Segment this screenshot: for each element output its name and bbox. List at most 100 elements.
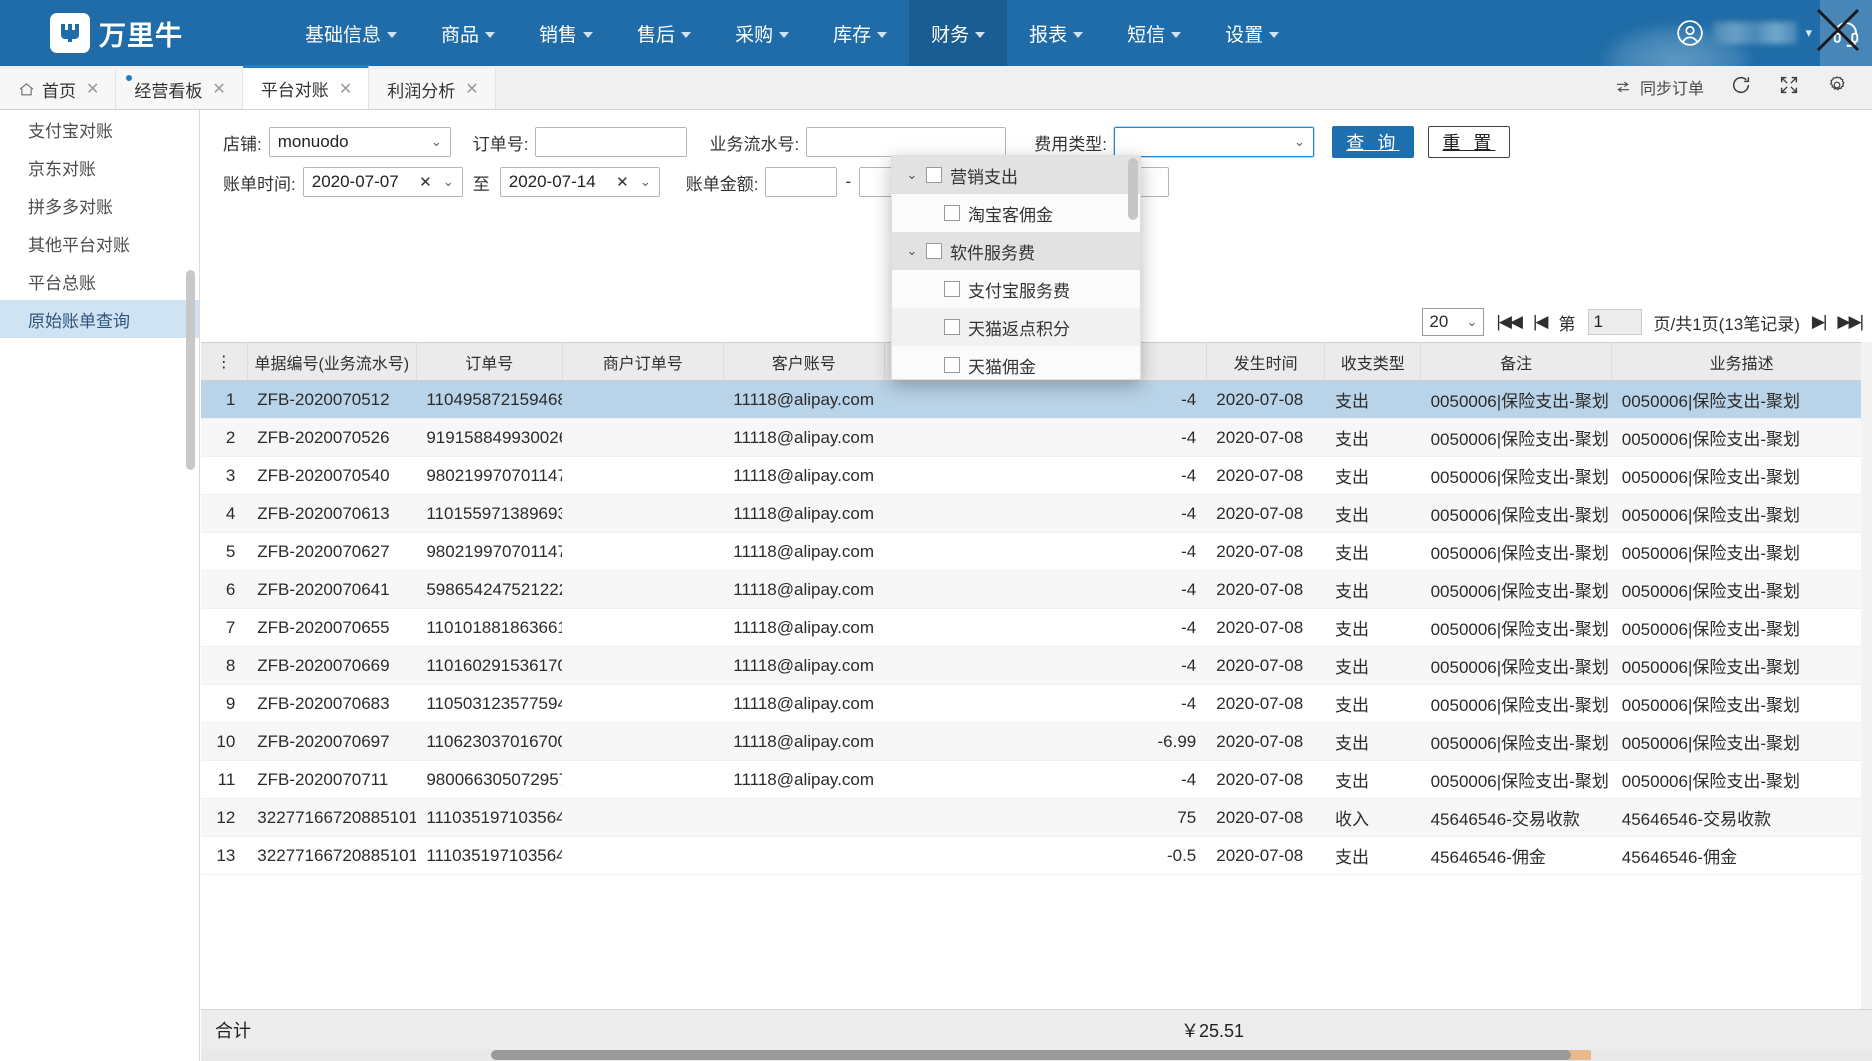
table-row[interactable]: 5 ZFB-2020070627 980219970701147287 1111… bbox=[201, 532, 1872, 571]
tab-dashboard[interactable]: 经营看板 ✕ bbox=[116, 69, 243, 109]
row-time: 2020-07-08 bbox=[1206, 836, 1325, 875]
row-product bbox=[884, 684, 1046, 723]
table-row[interactable]: 9 ZFB-2020070683 110503123577594911 1111… bbox=[201, 684, 1872, 723]
row-remark: 0050006|保险支出-聚划 bbox=[1420, 456, 1612, 495]
table-row[interactable]: 11 ZFB-2020070711 980066305072957759 111… bbox=[201, 760, 1872, 799]
page-size-select[interactable]: 20 ⌄ bbox=[1422, 308, 1485, 336]
table-row[interactable]: 12 322771667208851018 111035197103564399… bbox=[201, 798, 1872, 837]
order-no-input[interactable] bbox=[535, 127, 688, 157]
tab-close-icon[interactable]: ✕ bbox=[212, 79, 225, 99]
dropdown-option-marketing-expense[interactable]: ⌄ 营销支出 bbox=[892, 156, 1140, 194]
menu-item-5[interactable]: 库存 bbox=[811, 0, 909, 66]
table-row[interactable]: 10 ZFB-2020070697 110623037016700160 111… bbox=[201, 722, 1872, 761]
menu-item-8[interactable]: 短信 bbox=[1105, 0, 1203, 66]
biz-serial-input[interactable] bbox=[806, 127, 1007, 157]
table-row[interactable]: 13 322771667208851018 111035197103564399… bbox=[201, 836, 1872, 875]
clear-icon[interactable]: ✕ bbox=[616, 173, 629, 191]
reset-button[interactable]: 重 置 bbox=[1427, 126, 1510, 158]
first-page-button[interactable]: |◀◀ bbox=[1496, 312, 1523, 332]
tab-close-icon[interactable]: ✕ bbox=[339, 79, 352, 99]
menu-item-9[interactable]: 设置 bbox=[1203, 0, 1301, 66]
tab-platform-reconciliation[interactable]: 平台对账 ✕ bbox=[242, 65, 370, 109]
col-description[interactable]: 业务描述 bbox=[1611, 342, 1872, 381]
app-root: 万里牛 基础信息 商品 销售 售后 采购 库存 财务 报表 短信 设置 ▾ 首页… bbox=[0, 0, 1872, 1061]
sidebar-item-jd[interactable]: 京东对账 bbox=[0, 148, 199, 186]
sync-orders-button[interactable]: 同步订单 bbox=[1614, 75, 1704, 99]
prev-page-button[interactable]: |◀ bbox=[1533, 312, 1548, 332]
menu-item-2[interactable]: 销售 bbox=[517, 0, 615, 66]
sidebar-item-other-platform[interactable]: 其他平台对账 bbox=[0, 224, 199, 262]
row-doc-no: ZFB-2020070627 bbox=[247, 532, 417, 571]
next-page-button[interactable]: ▶| bbox=[1812, 312, 1827, 332]
row-index: 3 bbox=[201, 456, 248, 495]
tab-profit-analysis[interactable]: 利润分析 ✕ bbox=[369, 69, 496, 109]
fee-type-select[interactable]: ⌄ bbox=[1113, 127, 1314, 157]
table-row[interactable]: 7 ZFB-2020070655 110101881863661971 1111… bbox=[201, 608, 1872, 647]
checkbox[interactable] bbox=[944, 357, 960, 373]
table-row[interactable]: 4 ZFB-2020070613 110155971389693096 1111… bbox=[201, 494, 1872, 533]
sidebar-item-alipay[interactable]: 支付宝对账 bbox=[0, 110, 199, 148]
dropdown-scrollbar[interactable] bbox=[1128, 158, 1138, 220]
checkbox[interactable] bbox=[926, 243, 942, 259]
col-account[interactable]: 客户账号 bbox=[723, 342, 885, 381]
dropdown-option-tmall-rebate-points[interactable]: 天猫返点积分 bbox=[892, 308, 1140, 346]
refresh-button[interactable] bbox=[1730, 74, 1752, 101]
table-row[interactable]: 6 ZFB-2020070641 598654247521222899 1111… bbox=[201, 570, 1872, 609]
horizontal-scrollbar[interactable] bbox=[201, 1049, 1872, 1061]
menu-item-4[interactable]: 采购 bbox=[713, 0, 811, 66]
sidebar-item-pinduoduo[interactable]: 拼多多对账 bbox=[0, 186, 199, 224]
table-row[interactable]: 1 ZFB-2020070512 110495872159468288 1111… bbox=[201, 380, 1872, 419]
checkbox[interactable] bbox=[944, 319, 960, 335]
page-number-input[interactable] bbox=[1587, 309, 1642, 335]
sidebar-item-original-bill-query[interactable]: 原始账单查询 bbox=[0, 300, 199, 338]
search-button[interactable]: 查 询 bbox=[1331, 126, 1414, 158]
menu-item-1[interactable]: 商品 bbox=[419, 0, 517, 66]
gear-icon bbox=[1829, 75, 1845, 90]
row-time: 2020-07-08 bbox=[1206, 456, 1325, 495]
checkbox[interactable] bbox=[926, 167, 942, 183]
chevron-down-icon[interactable]: ⌄ bbox=[906, 167, 918, 183]
checkbox[interactable] bbox=[944, 205, 960, 221]
bill-time-to[interactable]: 2020-07-14 ✕ ⌄ bbox=[499, 167, 660, 197]
tab-home[interactable]: 首页 ✕ bbox=[0, 69, 117, 109]
dropdown-option-tmall-commission[interactable]: 天猫佣金 bbox=[892, 346, 1140, 379]
col-order-no[interactable]: 订单号 bbox=[416, 342, 563, 381]
menu-item-6-finance[interactable]: 财务 bbox=[909, 0, 1008, 66]
sidebar-scrollbar[interactable] bbox=[186, 270, 195, 470]
fullscreen-button[interactable] bbox=[1778, 74, 1800, 101]
table-vertical-scrollbar[interactable] bbox=[1861, 342, 1872, 1061]
col-remark[interactable]: 备注 bbox=[1420, 342, 1613, 381]
col-merchant-order-no[interactable]: 商户订单号 bbox=[562, 342, 724, 381]
column-menu-header[interactable]: ⋮ bbox=[201, 342, 248, 381]
tab-close-icon[interactable]: ✕ bbox=[86, 79, 99, 99]
menu-item-0[interactable]: 基础信息 bbox=[283, 0, 419, 66]
brand-logo[interactable]: 万里牛 bbox=[50, 13, 183, 53]
row-order-no: 111035197103564399 bbox=[416, 836, 563, 875]
col-doc-no[interactable]: 单据编号(业务流水号) bbox=[247, 342, 417, 381]
bill-amount-min-input[interactable] bbox=[765, 167, 838, 197]
dropdown-option-software-service-fee[interactable]: ⌄ 软件服务费 bbox=[892, 232, 1140, 270]
shop-select[interactable]: monuodo ⌄ bbox=[268, 127, 451, 157]
menu-item-3[interactable]: 售后 bbox=[615, 0, 713, 66]
tab-close-icon[interactable]: ✕ bbox=[465, 79, 478, 99]
sidebar-item-platform-ledger[interactable]: 平台总账 bbox=[0, 262, 199, 300]
checkbox[interactable] bbox=[944, 281, 960, 297]
row-order-no: 110155971389693096 bbox=[416, 494, 563, 533]
dropdown-option-alipay-service-fee[interactable]: 支付宝服务费 bbox=[892, 270, 1140, 308]
menu-item-7[interactable]: 报表 bbox=[1007, 0, 1105, 66]
chevron-down-icon[interactable]: ⌄ bbox=[906, 243, 918, 259]
support-button[interactable] bbox=[1820, 0, 1872, 66]
user-menu[interactable]: ▾ bbox=[1675, 18, 1820, 48]
table-row[interactable]: 2 ZFB-2020070526 919158849930026546 1111… bbox=[201, 418, 1872, 457]
col-io-type[interactable]: 收支类型 bbox=[1324, 342, 1422, 381]
last-page-button[interactable]: ▶▶| bbox=[1837, 312, 1864, 332]
table-row[interactable]: 3 ZFB-2020070540 980219970701147287 1111… bbox=[201, 456, 1872, 495]
row-order-no: 598654247521222899 bbox=[416, 570, 563, 609]
table-row[interactable]: 8 ZFB-2020070669 110160291536170022 1111… bbox=[201, 646, 1872, 685]
settings-button[interactable] bbox=[1826, 74, 1848, 101]
dropdown-option-taobaoke-commission[interactable]: 淘宝客佣金 bbox=[892, 194, 1140, 232]
clear-icon[interactable]: ✕ bbox=[419, 173, 432, 191]
bill-time-from[interactable]: 2020-07-07 ✕ ⌄ bbox=[302, 167, 463, 197]
col-time[interactable]: 发生时间 bbox=[1206, 342, 1326, 381]
horizontal-scrollbar-thumb[interactable] bbox=[491, 1050, 1571, 1060]
